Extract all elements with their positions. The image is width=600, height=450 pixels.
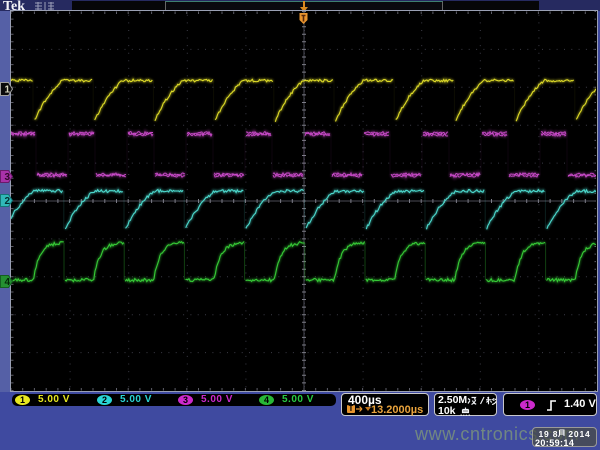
- svg-text:1: 1: [5, 85, 11, 96]
- svg-text:4: 4: [5, 277, 11, 288]
- svg-text:3: 3: [5, 172, 11, 183]
- svg-text:2: 2: [5, 196, 11, 207]
